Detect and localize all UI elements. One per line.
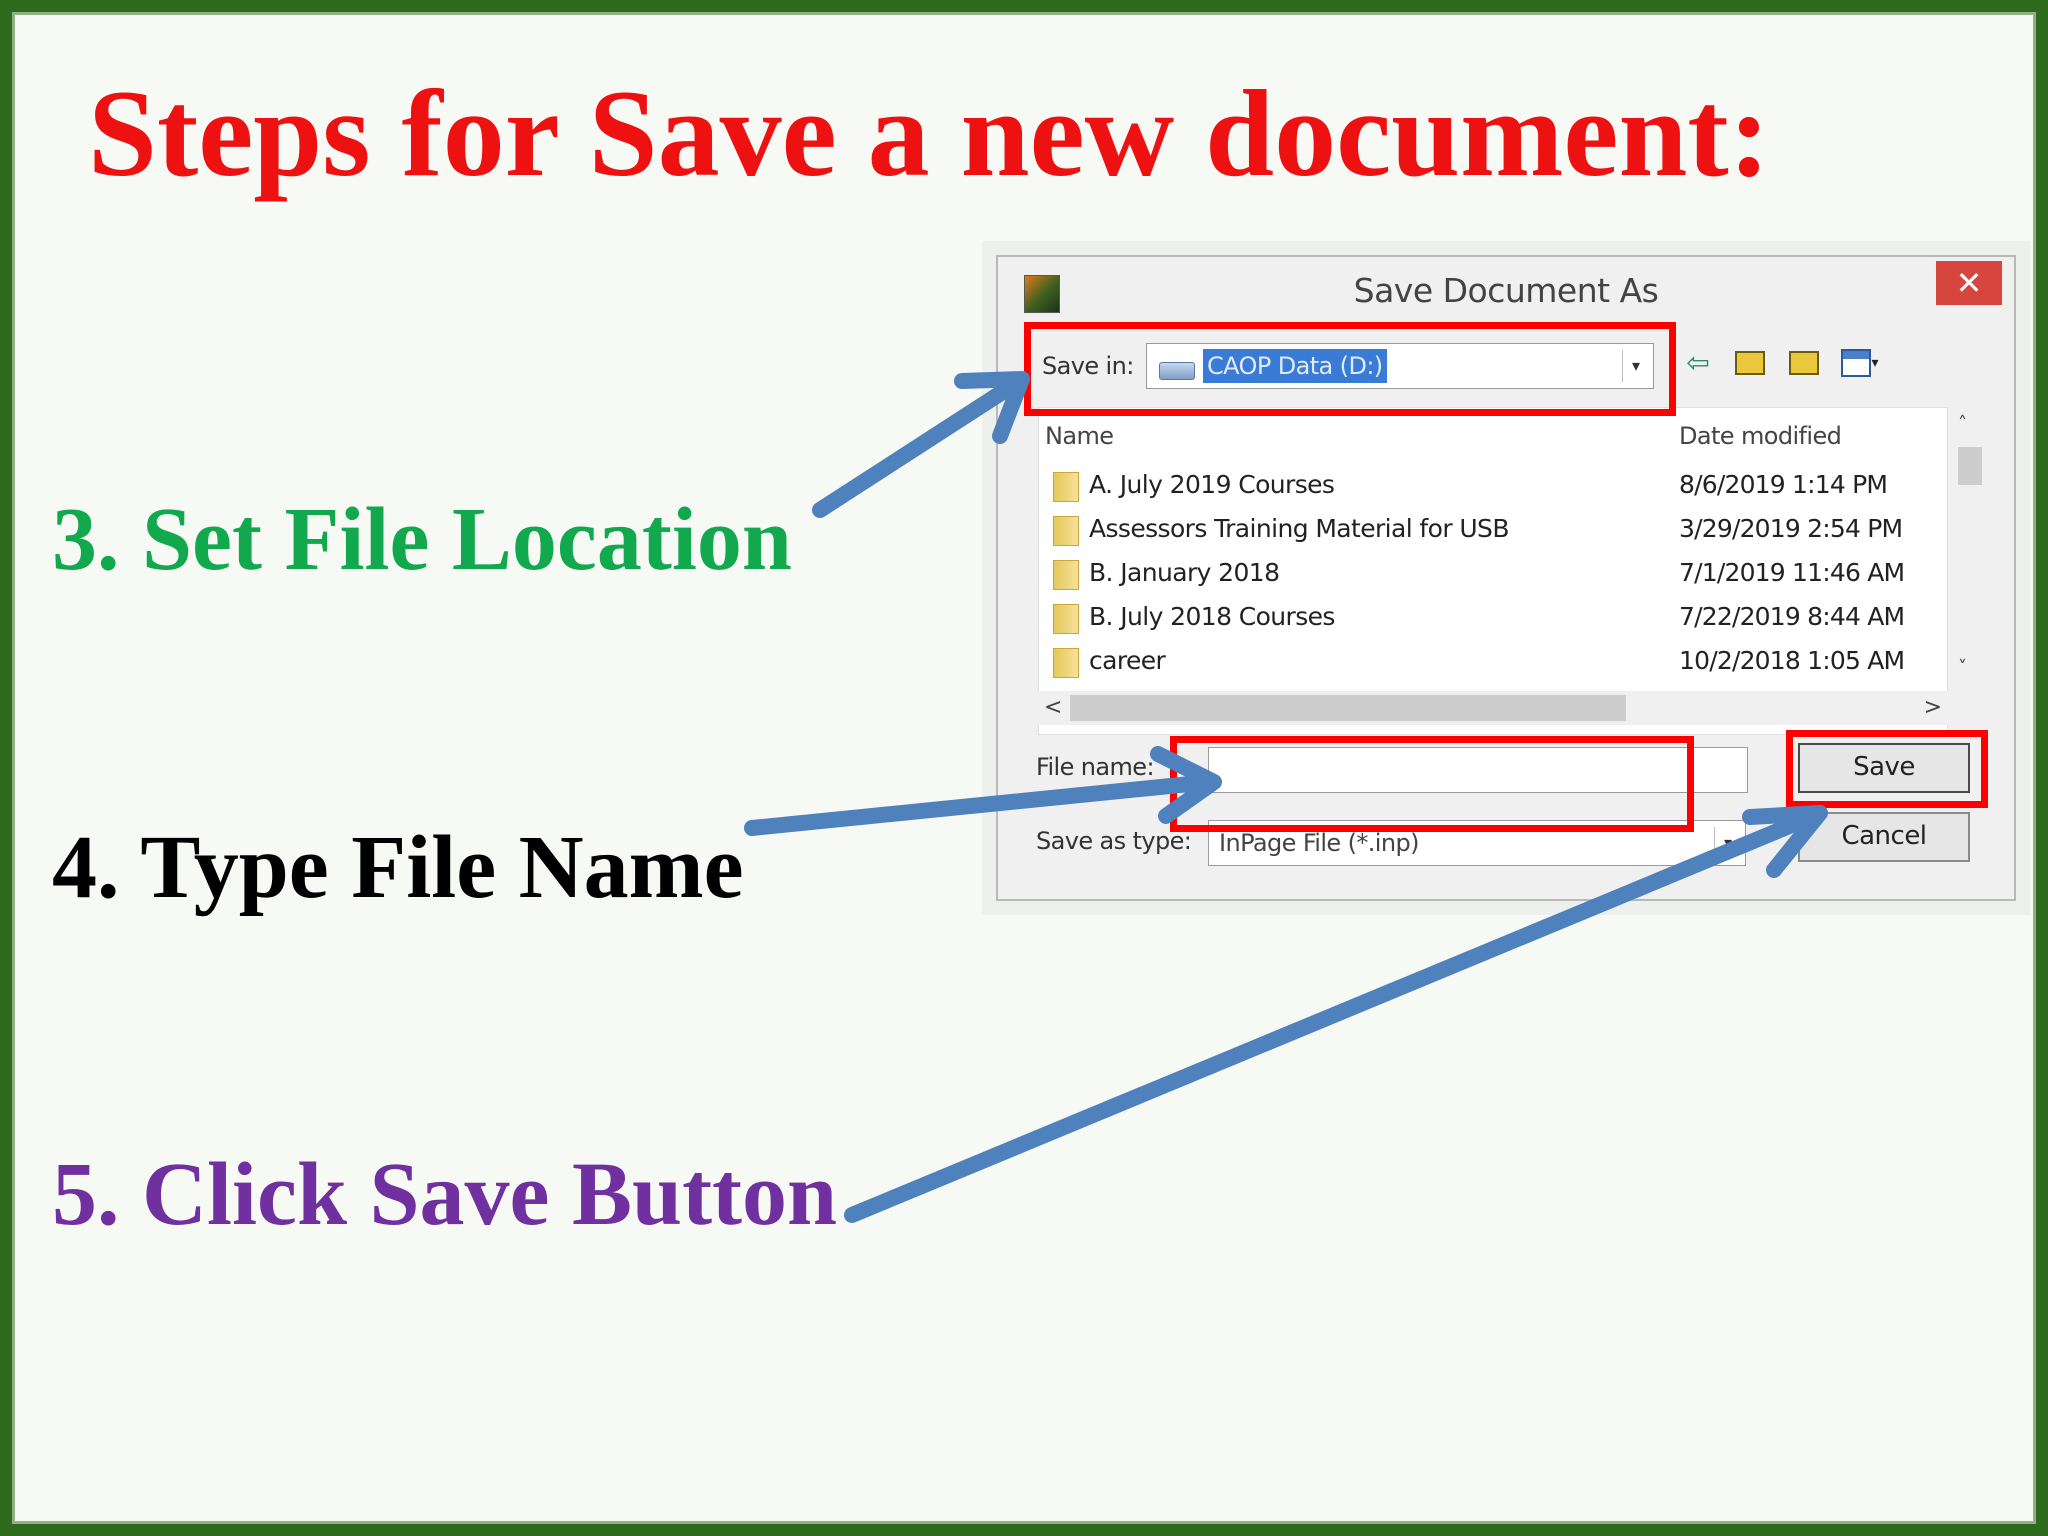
drive-icon xyxy=(1159,362,1195,380)
save-type-dropdown[interactable]: InPage File (*.inp) ▾ xyxy=(1208,820,1746,866)
column-header-date[interactable]: Date modified xyxy=(1679,422,1842,450)
cancel-button[interactable]: Cancel xyxy=(1798,812,1970,862)
file-date-cell: 10/2/2018 1:05 AM xyxy=(1679,646,1905,675)
file-date-cell: 3/29/2019 2:54 PM xyxy=(1679,514,1903,543)
back-arrow-icon[interactable]: ⇦ xyxy=(1678,343,1718,383)
vertical-scrollbar[interactable]: ˄ ˅ xyxy=(1954,407,1984,687)
close-button[interactable]: ✕ xyxy=(1936,261,2002,305)
file-date-cell: 7/1/2019 11:46 AM xyxy=(1679,558,1905,587)
save-type-value: InPage File (*.inp) xyxy=(1219,829,1419,857)
chevron-down-icon[interactable]: ▾ xyxy=(1622,350,1649,382)
new-folder-icon[interactable] xyxy=(1784,343,1824,383)
folder-icon xyxy=(1053,560,1079,590)
list-item[interactable]: B. July 2018 Courses 7/22/2019 8:44 AM xyxy=(1039,594,1947,638)
file-name-cell: Assessors Training Material for USB xyxy=(1089,514,1509,543)
slide-title: Steps for Save a new document: xyxy=(88,65,1770,202)
folder-icon xyxy=(1053,516,1079,546)
horizontal-scrollbar[interactable]: < > xyxy=(1038,691,1948,725)
save-button[interactable]: Save xyxy=(1798,743,1970,793)
file-date-cell: 7/22/2019 8:44 AM xyxy=(1679,602,1905,631)
column-header-name[interactable]: Name xyxy=(1045,422,1114,450)
save-in-label: Save in: xyxy=(1042,352,1134,380)
scroll-up-icon[interactable]: ˄ xyxy=(1958,413,1967,434)
scroll-thumb[interactable] xyxy=(1070,695,1626,721)
file-name-input[interactable] xyxy=(1208,747,1748,793)
scroll-left-icon[interactable]: < xyxy=(1044,695,1062,720)
list-item[interactable]: A. July 2019 Courses 8/6/2019 1:14 PM xyxy=(1039,462,1947,506)
up-folder-icon[interactable] xyxy=(1730,343,1770,383)
file-list[interactable]: Name Date modified A. July 2019 Courses … xyxy=(1038,407,1948,735)
file-name-cell: A. July 2019 Courses xyxy=(1089,470,1335,499)
folder-icon xyxy=(1053,472,1079,502)
save-in-value: CAOP Data (D:) xyxy=(1203,349,1387,383)
scroll-thumb[interactable] xyxy=(1958,447,1982,485)
save-document-dialog: Save Document As ✕ Save in: CAOP Data (D… xyxy=(996,255,2016,901)
folder-icon xyxy=(1053,648,1079,678)
chevron-down-icon[interactable]: ▾ xyxy=(1714,827,1741,859)
save-type-label: Save as type: xyxy=(1036,827,1192,855)
step-type-file-name: 4. Type File Name xyxy=(52,818,744,917)
view-menu-icon[interactable]: ▾ xyxy=(1836,343,1884,383)
dialog-title: Save Document As xyxy=(1353,271,1659,310)
list-item[interactable]: B. January 2018 7/1/2019 11:46 AM xyxy=(1039,550,1947,594)
folder-icon xyxy=(1053,604,1079,634)
file-name-cell: B. January 2018 xyxy=(1089,558,1280,587)
list-item[interactable]: career 10/2/2018 1:05 AM xyxy=(1039,638,1947,682)
save-in-dropdown[interactable]: CAOP Data (D:) ▾ xyxy=(1146,343,1654,389)
file-name-cell: B. July 2018 Courses xyxy=(1089,602,1335,631)
scroll-right-icon[interactable]: > xyxy=(1924,695,1942,720)
file-name-label: File name: xyxy=(1036,753,1155,781)
step-set-file-location: 3. Set File Location xyxy=(52,490,792,589)
list-item[interactable]: Assessors Training Material for USB 3/29… xyxy=(1039,506,1947,550)
step-click-save-button: 5. Click Save Button xyxy=(52,1145,838,1244)
file-date-cell: 8/6/2019 1:14 PM xyxy=(1679,470,1888,499)
file-name-cell: career xyxy=(1089,646,1166,675)
scroll-down-icon[interactable]: ˅ xyxy=(1958,657,1967,678)
